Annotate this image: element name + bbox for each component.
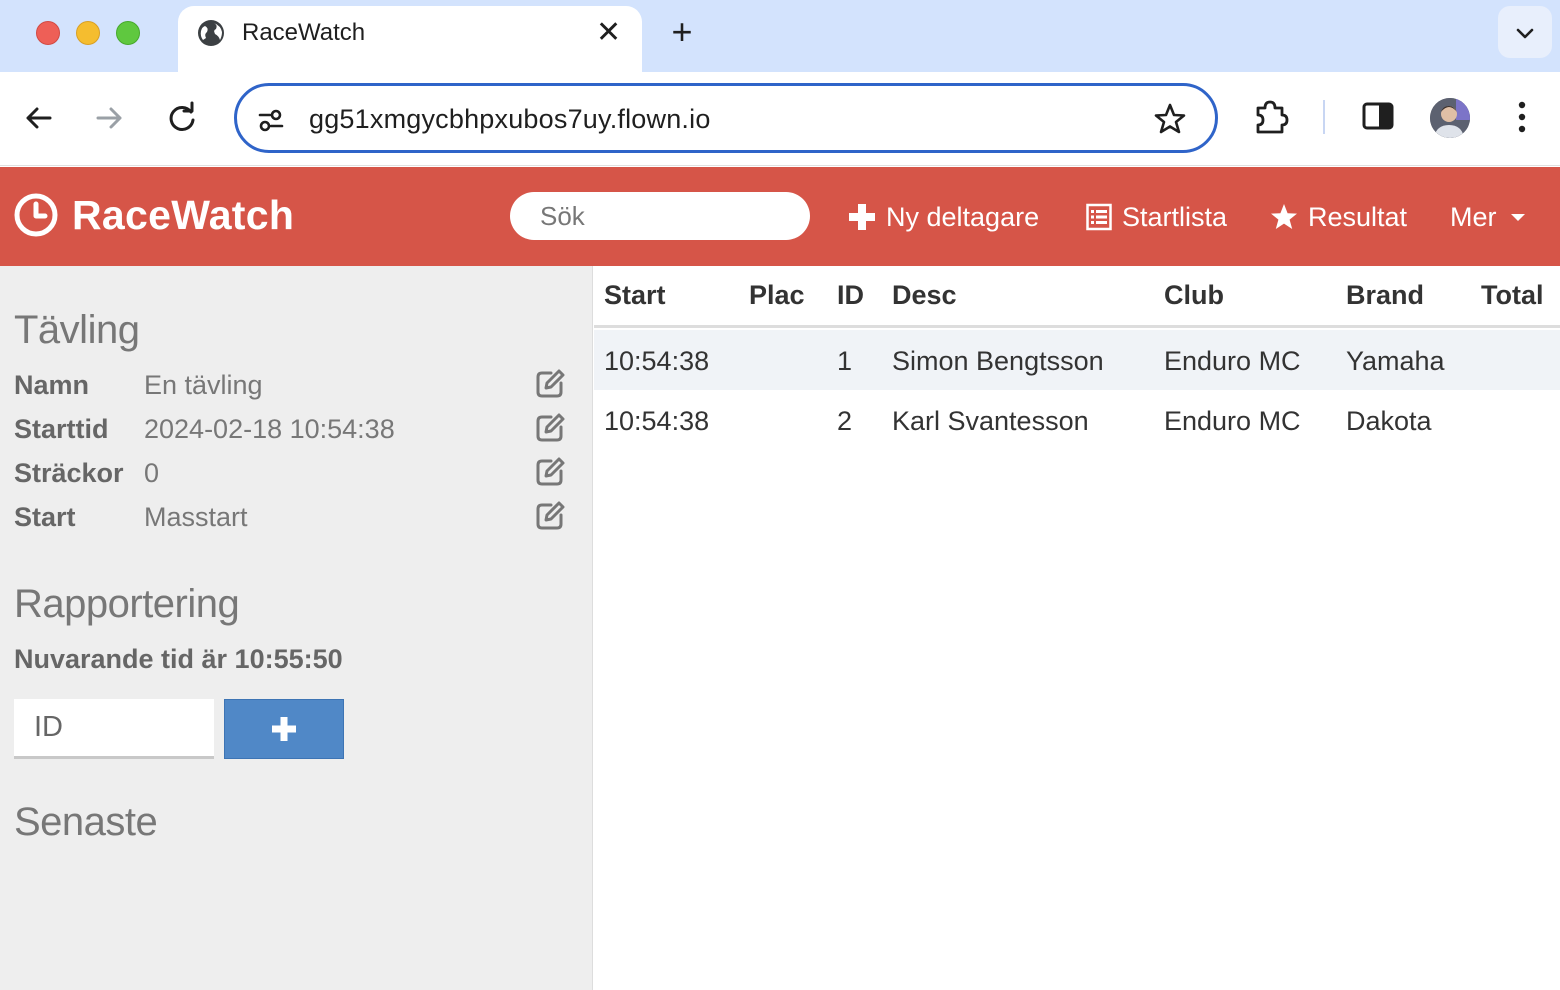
column-header-plac[interactable]: Plac — [749, 280, 805, 311]
nav-start-list-label: Startlista — [1122, 201, 1228, 232]
competition-row-start: Start Masstart — [14, 500, 566, 536]
nav-new-participant[interactable]: Ny deltagare — [848, 197, 1039, 237]
brand-name: RaceWatch — [72, 191, 295, 238]
nav-results-label: Resultat — [1308, 201, 1408, 232]
clock-icon — [14, 193, 58, 237]
column-header-club[interactable]: Club — [1164, 280, 1224, 311]
competition-row-starttime: Starttid 2024-02-18 10:54:38 — [14, 412, 566, 448]
search-input[interactable] — [510, 192, 810, 240]
plus-icon — [849, 204, 875, 230]
back-arrow-icon[interactable] — [20, 100, 56, 136]
globe-icon — [198, 20, 224, 46]
browser-menu-icon[interactable] — [1508, 98, 1536, 136]
add-report-button[interactable] — [224, 699, 344, 759]
bookmark-star-icon[interactable] — [1153, 102, 1187, 136]
window-close-button[interactable] — [36, 21, 60, 45]
brand-link[interactable]: RaceWatch — [14, 191, 294, 239]
tab-title: RaceWatch — [242, 19, 366, 46]
address-bar[interactable]: gg51xmgycbhpxubos7uy.flown.io — [234, 83, 1218, 153]
side-panel-icon[interactable] — [1360, 98, 1396, 134]
caret-down-icon — [1510, 213, 1525, 221]
latest-heading: Senaste — [14, 800, 158, 844]
edit-icon[interactable] — [534, 500, 566, 532]
cell-start: 10:54:38 — [604, 406, 710, 436]
chevron-down-icon — [1516, 28, 1534, 39]
browser-tabstrip: RaceWatch ✕ + — [0, 0, 1560, 72]
app-navbar: RaceWatch Ny deltagare Startlista Result… — [0, 167, 1560, 266]
nav-more-dropdown[interactable]: Mer — [1450, 197, 1525, 237]
toolbar-separator — [1323, 100, 1325, 134]
profile-photo-icon — [1430, 98, 1470, 138]
sidebar: Tävling Namn En tävling Starttid 2024-02… — [0, 266, 593, 990]
current-time-text: Nuvarande tid är 10:55:50 — [14, 644, 343, 674]
cell-desc: Karl Svantesson — [892, 406, 1089, 436]
column-header-desc[interactable]: Desc — [892, 280, 957, 311]
id-input[interactable] — [14, 699, 214, 759]
edit-icon[interactable] — [534, 412, 566, 444]
reload-icon[interactable] — [164, 100, 200, 136]
star-icon — [1271, 204, 1297, 229]
prop-label: Start — [14, 502, 76, 532]
list-icon — [1086, 203, 1112, 231]
tab-close-icon[interactable]: ✕ — [596, 18, 621, 48]
browser-tab-active[interactable]: RaceWatch ✕ — [178, 6, 642, 72]
competition-row-legs: Sträckor 0 — [14, 456, 566, 492]
nav-new-participant-label: Ny deltagare — [886, 201, 1040, 232]
prop-value: 2024-02-18 10:54:38 — [144, 414, 395, 444]
cell-id: 1 — [837, 346, 853, 376]
table-row[interactable]: 10:54:38 2 Karl Svantesson Enduro MC Dak… — [594, 390, 1560, 450]
results-table: Start Plac ID Desc Club Brand Total 10:5… — [594, 266, 1560, 990]
table-row[interactable]: 10:54:38 1 Simon Bengtsson Enduro MC Yam… — [594, 330, 1560, 390]
tab-search-button[interactable] — [1498, 6, 1552, 58]
prop-value: Masstart — [144, 502, 248, 532]
nav-more-label: Mer — [1450, 201, 1497, 232]
column-header-brand[interactable]: Brand — [1346, 280, 1424, 311]
competition-heading: Tävling — [14, 308, 140, 352]
prop-label: Starttid — [14, 414, 109, 444]
nav-results[interactable]: Resultat — [1270, 197, 1407, 237]
cell-brand: Dakota — [1346, 406, 1432, 436]
column-header-total[interactable]: Total — [1481, 280, 1544, 311]
prop-value: En tävling — [144, 370, 263, 400]
column-header-start[interactable]: Start — [604, 280, 666, 311]
browser-toolbar: gg51xmgycbhpxubos7uy.flown.io — [0, 72, 1560, 166]
cell-club: Enduro MC — [1164, 346, 1301, 376]
profile-avatar[interactable] — [1430, 98, 1470, 138]
prop-label: Sträckor — [14, 458, 124, 488]
column-header-id[interactable]: ID — [837, 280, 864, 311]
new-tab-button[interactable]: + — [664, 14, 700, 52]
cell-id: 2 — [837, 406, 853, 436]
table-header: Start Plac ID Desc Club Brand Total — [594, 266, 1560, 328]
url-text[interactable]: gg51xmgycbhpxubos7uy.flown.io — [309, 103, 711, 135]
extensions-puzzle-icon[interactable] — [1252, 98, 1290, 136]
window-minimize-button[interactable] — [76, 21, 100, 45]
prop-label: Namn — [14, 370, 90, 400]
forward-arrow-icon[interactable] — [92, 100, 128, 136]
window-maximize-button[interactable] — [116, 21, 140, 45]
nav-start-list[interactable]: Startlista — [1086, 197, 1227, 237]
site-settings-icon[interactable] — [257, 106, 285, 134]
edit-icon[interactable] — [534, 456, 566, 488]
cell-club: Enduro MC — [1164, 406, 1301, 436]
cell-brand: Yamaha — [1346, 346, 1445, 376]
cell-start: 10:54:38 — [604, 346, 710, 376]
plus-icon — [272, 717, 296, 741]
cell-desc: Simon Bengtsson — [892, 346, 1104, 376]
competition-row-name: Namn En tävling — [14, 368, 566, 404]
prop-value: 0 — [144, 458, 160, 488]
edit-icon[interactable] — [534, 368, 566, 400]
reporting-heading: Rapportering — [14, 582, 240, 626]
